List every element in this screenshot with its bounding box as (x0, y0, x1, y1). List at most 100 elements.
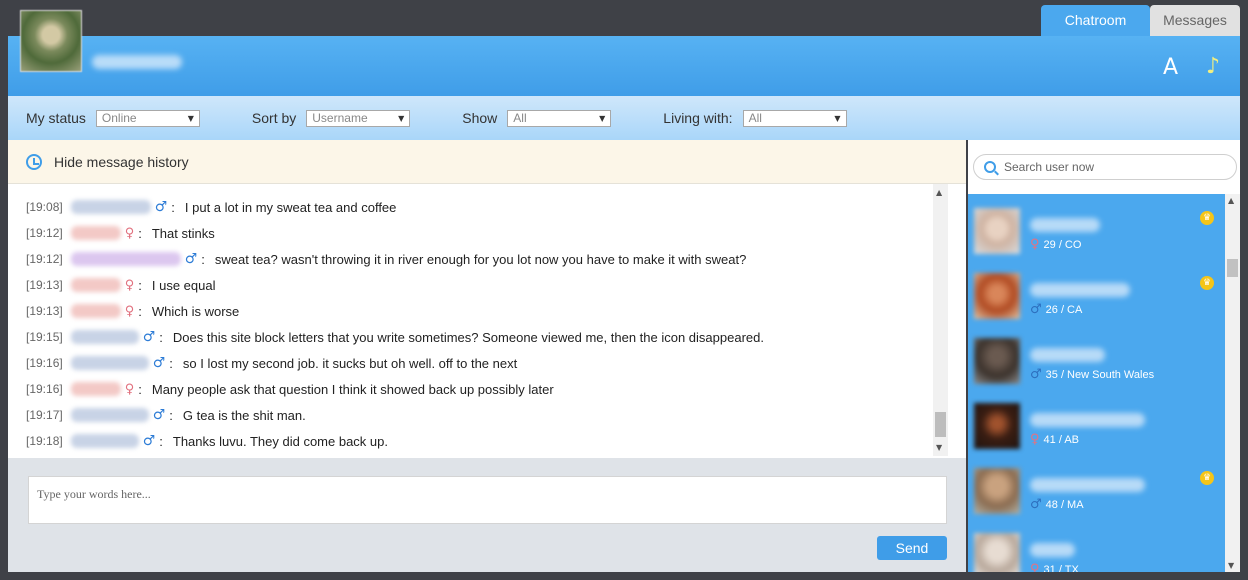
crown-icon: ♛ (1200, 471, 1214, 485)
message-username-blurred[interactable] (70, 434, 139, 448)
chevron-down-icon: ▼ (187, 113, 194, 123)
message-time: [19:18] (26, 434, 63, 448)
scroll-down-icon[interactable]: ▼ (1228, 561, 1234, 570)
user-name-blurred[interactable] (1030, 413, 1145, 427)
music-icon[interactable]: ♪ (1206, 54, 1220, 79)
message-username-blurred[interactable] (70, 408, 149, 422)
message-text: I use equal (151, 277, 216, 293)
user-info: ♂ 35 / New South Wales (1030, 367, 1154, 382)
message-colon: : (159, 433, 163, 449)
user-avatar[interactable] (974, 208, 1020, 254)
living-select[interactable]: All ▼ (742, 109, 847, 127)
message-input[interactable]: Type your words here... (28, 476, 947, 524)
message-username-blurred[interactable] (70, 382, 121, 396)
message-text: so I lost my second job. it sucks but oh… (182, 355, 518, 371)
show-label: Show (462, 110, 498, 126)
message-username-blurred[interactable] (70, 200, 151, 214)
message-colon: : (169, 407, 173, 423)
chat-panel: Hide message history [19:08] ♂: I put a lo… (8, 140, 966, 572)
user-card[interactable]: ♂ 48 / MA ♛ (974, 468, 1214, 528)
female-icon: ♀ (1030, 432, 1040, 447)
female-icon: ♀ (1030, 562, 1040, 572)
male-icon: ♂ (184, 251, 198, 267)
message-list: [19:08] ♂: I put a lot in my sweat tea and… (8, 184, 966, 456)
message-text: G tea is the shit man. (182, 407, 306, 423)
hide-history-toggle[interactable]: Hide message history (8, 140, 966, 184)
user-avatar[interactable] (974, 468, 1020, 514)
status-select[interactable]: Online ▼ (95, 109, 200, 127)
user-info: ♀ 29 / CO (1030, 237, 1081, 252)
message-colon: : (138, 303, 142, 319)
filter-bar: My status Online ▼ Sort by Username ▼ Show… (8, 96, 1240, 140)
user-avatar[interactable] (974, 403, 1020, 449)
message-row: [19:13] ♀: Which is worse (26, 298, 966, 324)
message-time: [19:16] (26, 356, 63, 370)
message-row-partial (26, 184, 966, 194)
chevron-down-icon: ▼ (599, 113, 606, 123)
font-icon[interactable]: A (1163, 55, 1178, 80)
message-username-blurred[interactable] (70, 356, 149, 370)
user-avatar[interactable] (974, 338, 1020, 384)
user-info: ♀ 41 / AB (1030, 432, 1079, 447)
tab-chatroom[interactable]: Chatroom (1041, 5, 1150, 37)
message-username-blurred[interactable] (70, 278, 121, 292)
user-card[interactable]: ♂ 26 / CA ♛ (974, 273, 1214, 333)
female-icon: ♀ (124, 225, 135, 241)
user-age-location: 31 / TX (1043, 564, 1079, 572)
search-input[interactable]: Search user now (973, 154, 1237, 180)
scroll-thumb[interactable] (1227, 259, 1238, 277)
message-username-blurred[interactable] (70, 330, 139, 344)
user-avatar[interactable] (974, 273, 1020, 319)
user-scrollbar[interactable]: ▲ ▼ (1225, 194, 1240, 572)
male-icon: ♂ (142, 329, 156, 345)
scroll-up-icon[interactable]: ▲ (936, 188, 942, 197)
show-select-value: All (513, 110, 527, 125)
send-button[interactable]: Send (877, 536, 947, 560)
message-username-blurred[interactable] (70, 226, 121, 240)
male-icon: ♂ (154, 199, 168, 215)
user-name-blurred[interactable] (1030, 218, 1100, 232)
message-time: [19:15] (26, 330, 63, 344)
search-placeholder: Search user now (1004, 160, 1095, 174)
scroll-up-icon[interactable]: ▲ (1228, 196, 1234, 205)
message-colon: : (138, 225, 142, 241)
user-card[interactable]: ♀ 29 / CO ♛ (974, 208, 1214, 268)
living-select-value: All (748, 110, 762, 125)
message-text: I put a lot in my sweat tea and coffee (184, 199, 397, 215)
message-text: Many people ask that question I think it… (151, 381, 554, 397)
sort-select[interactable]: Username ▼ (306, 109, 411, 127)
message-username-blurred[interactable] (70, 252, 181, 266)
message-colon: : (169, 355, 173, 371)
male-icon: ♂ (1030, 497, 1042, 512)
user-name-blurred[interactable] (1030, 348, 1105, 362)
message-time: [19:16] (26, 382, 63, 396)
tab-messages[interactable]: Messages (1150, 5, 1240, 36)
message-row: [19:16] ♂: so I lost my second job. it suc… (26, 350, 966, 376)
user-age-location: 48 / MA (1045, 499, 1084, 511)
user-age-location: 35 / New South Wales (1045, 369, 1155, 381)
user-card[interactable]: ♀ 31 / TX (974, 533, 1214, 572)
chevron-down-icon: ▼ (834, 113, 841, 123)
message-username-blurred[interactable] (70, 304, 121, 318)
message-time: [19:13] (26, 304, 63, 318)
user-card[interactable]: ♀ 41 / AB (974, 403, 1214, 463)
scroll-down-icon[interactable]: ▼ (936, 443, 942, 452)
show-select[interactable]: All ▼ (507, 109, 612, 127)
user-name-blurred[interactable] (1030, 283, 1130, 297)
user-avatar[interactable] (974, 533, 1020, 572)
status-select-value: Online (101, 110, 137, 125)
user-info: ♂ 48 / MA (1030, 497, 1084, 512)
user-sidebar: Search user now ♀ 29 / CO ♛ ♂ 26 / CA ♛ ♂ 35 / … (968, 140, 1240, 572)
message-row: [19:15] ♂: Does this site block letters th… (26, 324, 966, 350)
status-label: My status (26, 110, 86, 126)
user-age-location: 26 / CA (1045, 304, 1083, 316)
user-name-blurred[interactable] (1030, 478, 1145, 492)
message-row: [19:12] ♀: That stinks (26, 220, 966, 246)
message-scrollbar[interactable]: ▲ ▼ (933, 184, 948, 456)
message-rows: [19:08] ♂: I put a lot in my sweat tea and… (26, 194, 966, 454)
user-card[interactable]: ♂ 35 / New South Wales (974, 338, 1214, 398)
avatar[interactable] (20, 10, 82, 72)
crown-icon: ♛ (1200, 211, 1214, 225)
scroll-thumb[interactable] (935, 412, 946, 437)
user-name-blurred[interactable] (1030, 543, 1075, 557)
